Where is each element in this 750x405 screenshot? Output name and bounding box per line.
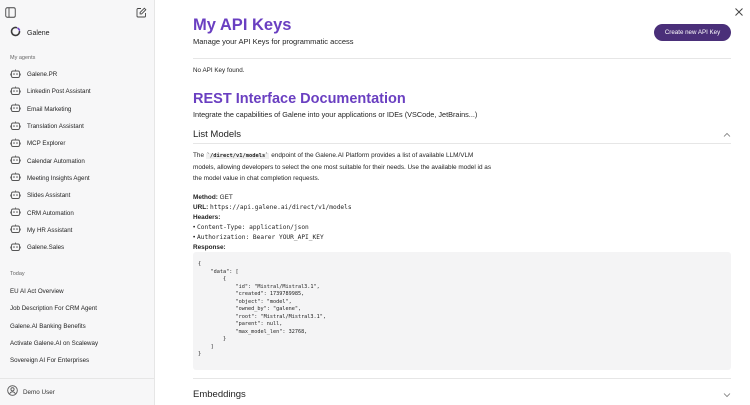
agent-label: Galene.PR [27,71,58,79]
chat-history-item[interactable]: Job Description For CRM Agent [10,300,152,317]
robot-icon [9,83,22,101]
sidebar-toggle-icon[interactable] [5,5,16,18]
agent-label: Translation Assistant [27,123,84,131]
today-heading: Today [10,271,25,277]
robot-icon [9,221,22,239]
agent-item[interactable]: MCP Explorer [9,135,150,153]
create-api-key-button[interactable]: Create new API Key [654,24,731,41]
embeddings-section-header[interactable]: Embeddings [193,386,731,402]
desc-text: The [193,152,206,159]
chat-history-item[interactable]: Galene.AI Banking Benefits [10,318,152,335]
method-value: GET [217,194,233,201]
agent-item[interactable]: Translation Assistant [9,118,150,136]
section-title: List Models [193,128,242,140]
sidebar: Galene My agents Galene.PR Linkedin Post… [0,0,155,405]
section-title: Embeddings [193,388,246,400]
page-subtitle: Manage your API Keys for programmatic ac… [193,37,354,46]
robot-icon [9,135,22,153]
response-code-block: { "data": [ { "id": "Mistral/Mistral3.1"… [193,252,731,370]
close-icon[interactable] [733,5,745,17]
user-avatar-icon [7,383,18,401]
endpoint-code: `/direct/v1/models` [205,153,270,159]
user-name: Demo User [23,388,55,396]
url-line: URL: https://api.galene.ai/direct/v1/mod… [193,203,593,213]
doc-subtitle: Integrate the capabilities of Galene int… [193,110,478,119]
url-value: https://api.galene.ai/direct/v1/models [210,204,352,211]
agent-item[interactable]: Email Marketing [9,100,150,118]
robot-icon [9,204,22,222]
divider [193,378,731,379]
method-label: Method: [193,194,218,201]
sidebar-top-bar [0,0,155,22]
agent-item[interactable]: Galene.PR [9,66,150,84]
agent-item[interactable]: Calendar Automation [9,152,150,170]
headers-label: Headers: [193,214,221,221]
agent-label: Linkedin Post Assistant [27,88,91,96]
agent-item[interactable]: Galene.Sales [9,239,150,257]
agent-label: Slides Assistant [27,192,71,200]
robot-icon [9,152,22,170]
list-models-section-header[interactable]: List Models [193,126,731,142]
robot-icon [9,169,22,187]
robot-icon [9,100,22,118]
brand-name: Galene [27,29,50,37]
header-item: • Authorization: Bearer YOUR_API_KEY [193,234,324,241]
empty-state-message: No API Key found. [193,67,245,74]
url-label: URL: [193,204,209,211]
main-content: My API Keys Manage your API Keys for pro… [155,0,750,405]
agent-label: Calendar Automation [27,157,85,165]
response-json: { "data": [ { "id": "Mistral/Mistral3.1"… [198,261,327,357]
page-title: My API Keys [193,16,292,34]
brand-selector[interactable]: Galene [10,26,50,40]
agent-label: MCP Explorer [27,140,66,148]
agent-label: Galene.Sales [27,244,65,252]
robot-icon [9,118,22,136]
agents-heading: My agents [10,55,36,61]
agent-label: Email Marketing [27,105,72,113]
galene-logo-icon [10,24,21,42]
divider [193,143,731,144]
endpoint-description: The `/direct/v1/models` endpoint of the … [193,150,493,185]
agent-list: Galene.PR Linkedin Post Assistant Email … [9,66,150,257]
endpoint-meta: Method: GET URL: https://api.galene.ai/d… [193,193,593,253]
user-menu[interactable]: Demo User [0,378,155,405]
agent-label: Meeting Insights Agent [27,174,90,182]
chat-history-item[interactable]: Sovereign AI For Enterprises [10,352,152,369]
agent-label: CRM Automation [27,209,74,217]
new-chat-icon[interactable] [136,5,147,18]
chat-history-item[interactable]: EU AI Act Overview [10,283,152,300]
agent-item[interactable]: Linkedin Post Assistant [9,83,150,101]
robot-icon [9,187,22,205]
chat-history-item[interactable]: Activate Galene.AI on Scaleway [10,335,152,352]
agent-item[interactable]: Slides Assistant [9,187,150,205]
agent-item[interactable]: Meeting Insights Agent [9,169,150,187]
chevron-down-icon [723,385,731,403]
header-item: • Content-Type: application/json [193,224,309,231]
agent-item[interactable]: My HR Assistant [9,221,150,239]
robot-icon [9,66,22,84]
robot-icon [9,239,22,257]
chat-history-list: EU AI Act Overview Job Description For C… [10,283,152,369]
doc-title: REST Interface Documentation [193,91,406,107]
method-line: Method: GET [193,193,593,203]
agent-label: My HR Assistant [27,226,73,234]
divider [193,58,731,59]
chevron-up-icon [723,125,731,143]
agent-item[interactable]: CRM Automation [9,204,150,222]
